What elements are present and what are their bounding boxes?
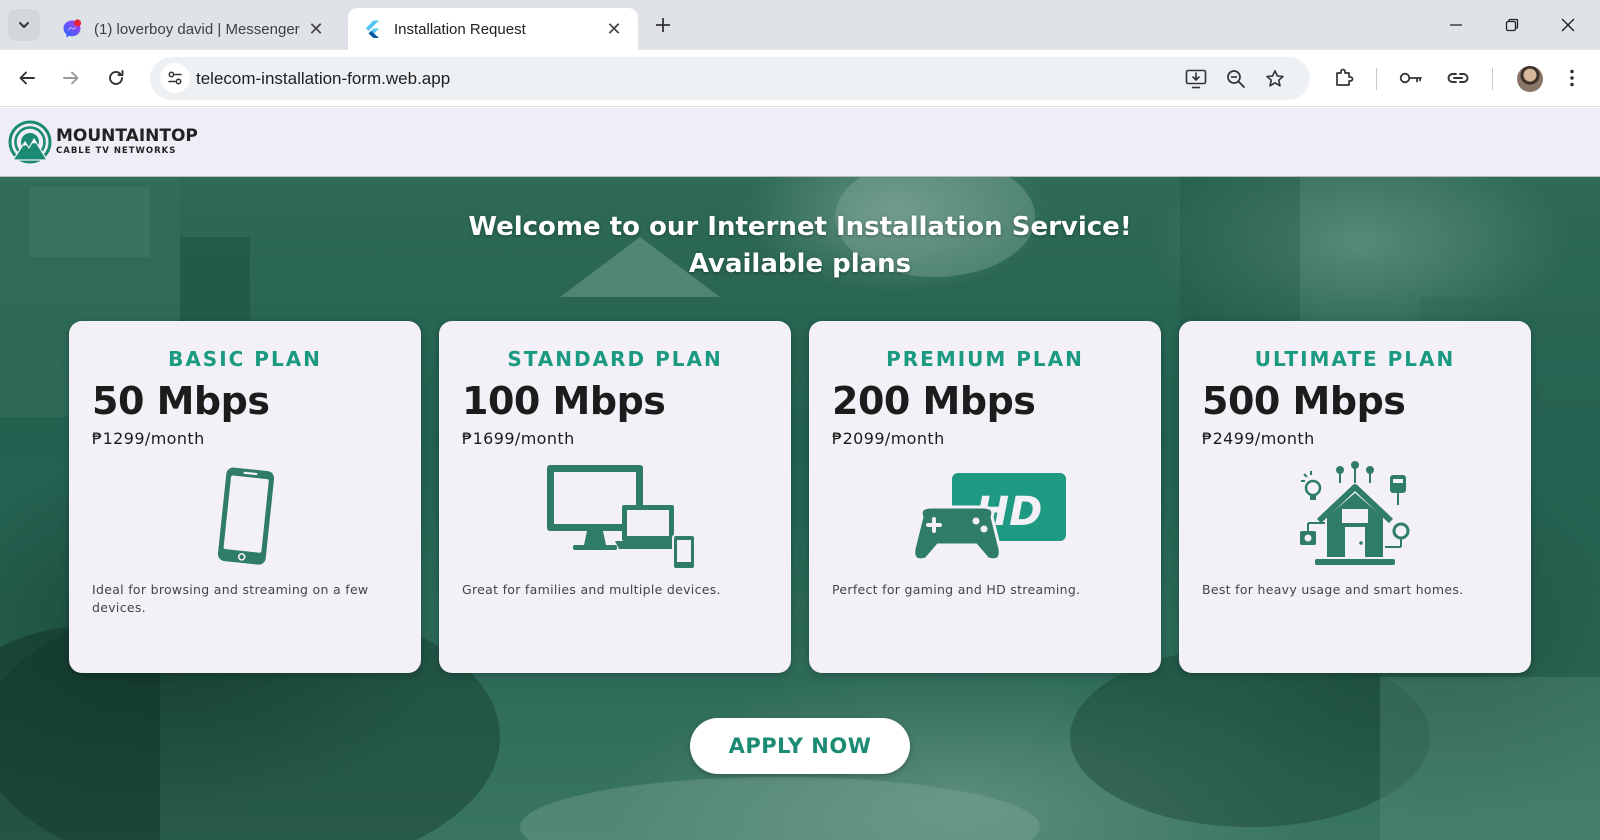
site-header: MOUNTAINTOP CABLE TV NETWORKS (0, 108, 1600, 177)
toolbar-divider (1492, 68, 1493, 90)
plan-speed: 200 Mbps (832, 379, 1036, 423)
zoom-icon[interactable] (1224, 67, 1248, 91)
profile-avatar[interactable] (1517, 66, 1543, 92)
back-button[interactable] (11, 62, 43, 94)
logo[interactable]: MOUNTAINTOP CABLE TV NETWORKS (8, 120, 198, 164)
gamepad-hd-icon: HD (912, 473, 1066, 562)
mountaintop-logo-icon (8, 120, 52, 164)
link-icon[interactable] (1444, 64, 1472, 92)
hero-title-line1: Welcome to our Internet Installation Ser… (468, 212, 1132, 242)
tab-messenger[interactable]: (1) loverboy david | Messenger ✕ (48, 8, 340, 50)
plan-speed: 500 Mbps (1202, 379, 1406, 423)
tab-search-button[interactable] (8, 9, 40, 41)
close-icon (1561, 18, 1575, 32)
forward-arrow-icon (63, 71, 79, 85)
messenger-icon (62, 19, 82, 39)
browser-toolbar: telecom-installation-form.web.app (0, 50, 1600, 107)
close-icon[interactable]: ✕ (604, 19, 624, 39)
plan-name: ULTIMATE PLAN (1254, 347, 1456, 371)
toolbar-divider (1376, 68, 1377, 90)
plan-description: Best for heavy usage and smart homes. (1202, 582, 1464, 597)
bookmark-star-icon[interactable] (1263, 67, 1287, 91)
plan-price: ₱2499/month (1202, 429, 1315, 448)
flutter-icon (362, 19, 382, 39)
plan-price: ₱1299/month (92, 429, 205, 448)
plan-speed: 100 Mbps (462, 379, 666, 423)
reload-button[interactable] (100, 62, 132, 94)
plan-card-standard[interactable]: STANDARD PLAN 100 Mbps ₱1699/month Great… (439, 321, 791, 673)
extensions-icon[interactable] (1330, 64, 1358, 92)
multi-device-icon (547, 465, 695, 570)
url-text[interactable]: telecom-installation-form.web.app (196, 69, 450, 89)
smart-home-icon (1300, 461, 1410, 565)
plan-price: ₱2099/month (832, 429, 945, 448)
smartphone-icon (217, 467, 275, 565)
plan-card-basic[interactable]: BASIC PLAN 50 Mbps ₱1299/month Ideal for… (69, 321, 421, 673)
restore-icon (1505, 18, 1519, 32)
plan-card-premium[interactable]: PREMIUM PLAN 200 Mbps ₱2099/month HD Per… (809, 321, 1161, 673)
plan-name: BASIC PLAN (168, 347, 322, 371)
tab-title: (1) loverboy david | Messenger (94, 20, 300, 38)
logo-subtitle: CABLE TV NETWORKS (56, 146, 177, 157)
plan-card-ultimate[interactable]: ULTIMATE PLAN 500 Mbps ₱2499/month Best … (1179, 321, 1531, 673)
tab-installation-request[interactable]: Installation Request ✕ (348, 8, 638, 50)
tab-title: Installation Request (394, 20, 526, 38)
new-tab-button[interactable] (650, 12, 676, 38)
minimize-button[interactable] (1428, 0, 1484, 50)
plan-name: STANDARD PLAN (507, 347, 723, 371)
hero-title: Welcome to our Internet Installation Ser… (0, 209, 1600, 283)
hero-section: Welcome to our Internet Installation Ser… (0, 177, 1600, 840)
site-info-icon[interactable] (160, 63, 190, 93)
back-arrow-icon (19, 71, 35, 85)
minimize-icon (1450, 24, 1462, 26)
restore-button[interactable] (1484, 0, 1540, 50)
forward-button[interactable] (55, 62, 87, 94)
plan-description: Perfect for gaming and HD streaming. (832, 582, 1081, 597)
password-key-icon[interactable] (1397, 64, 1425, 92)
more-menu-icon[interactable] (1558, 64, 1586, 92)
plan-name: PREMIUM PLAN (886, 347, 1084, 371)
plan-price: ₱1699/month (462, 429, 575, 448)
tab-strip: (1) loverboy david | Messenger ✕ Install… (0, 0, 1600, 50)
install-app-icon[interactable] (1184, 67, 1208, 91)
plan-description: Ideal for browsing and streaming on a fe… (92, 582, 369, 615)
close-window-button[interactable] (1540, 0, 1596, 50)
plan-description: Great for families and multiple devices. (462, 582, 721, 597)
address-bar[interactable]: telecom-installation-form.web.app (150, 57, 1310, 100)
chevron-down-icon (19, 22, 29, 28)
close-icon[interactable]: ✕ (306, 19, 326, 39)
reload-icon (109, 70, 124, 85)
plan-speed: 50 Mbps (92, 379, 270, 423)
apply-now-button[interactable]: APPLY NOW (690, 718, 910, 774)
logo-name: MOUNTAINTOP (56, 126, 198, 147)
plus-icon (656, 18, 670, 32)
hero-title-line2: Available plans (688, 249, 912, 279)
